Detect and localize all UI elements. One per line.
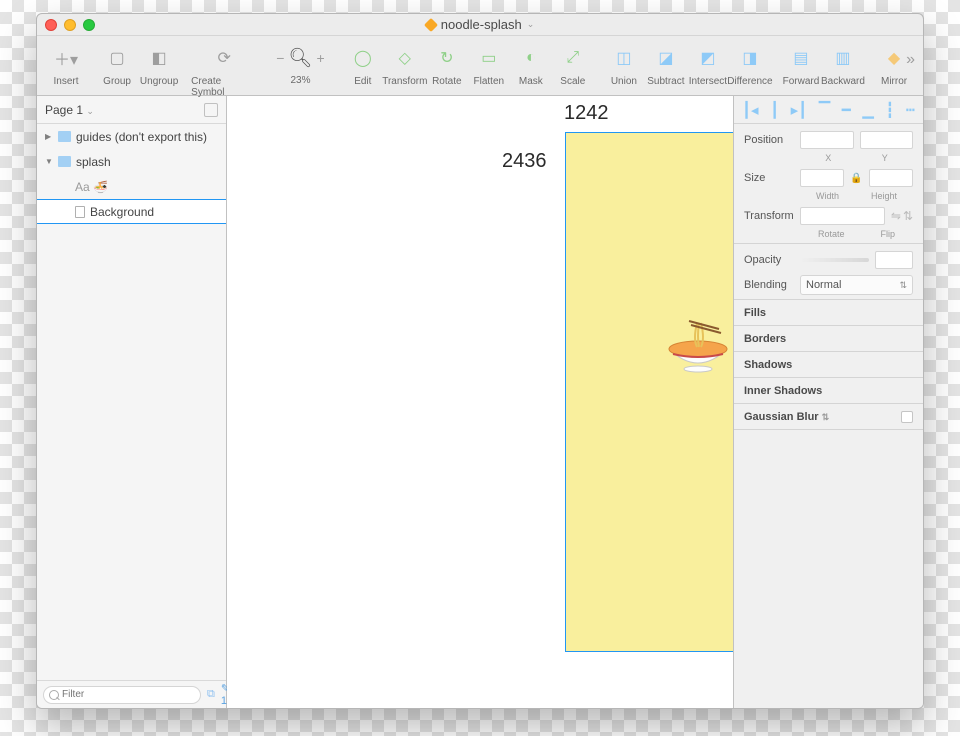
- updown-icon: ⇅: [822, 412, 830, 422]
- zoom-out-button[interactable]: −: [276, 50, 284, 66]
- pages-panel-toggle[interactable]: [204, 103, 218, 117]
- layer-aa[interactable]: Aa 🍜: [37, 174, 226, 199]
- sketch-file-icon: [424, 17, 438, 31]
- window-title: noodle-splash: [441, 17, 522, 32]
- inner-shadows-section[interactable]: Inner Shadows: [734, 378, 923, 404]
- align-center-h-icon[interactable]: ┃: [770, 101, 779, 119]
- layer-splash[interactable]: ▼ splash: [37, 149, 226, 174]
- page-selector[interactable]: Page 1 ⌄: [37, 96, 226, 124]
- toolbar-overflow-button[interactable]: »: [906, 51, 915, 69]
- flip-vertical-icon[interactable]: ⇅: [903, 209, 913, 223]
- blending-label: Blending: [744, 279, 794, 291]
- align-bottom-icon[interactable]: ▁: [862, 101, 874, 119]
- ungroup-button[interactable]: ◧ Ungroup: [138, 41, 180, 87]
- blending-select[interactable]: Normal ⇅: [800, 275, 913, 295]
- noodle-bowl-icon: [663, 319, 733, 383]
- layer-filter-input[interactable]: [43, 686, 201, 704]
- scale-button[interactable]: ⤢ Scale: [552, 41, 594, 87]
- folder-icon: [58, 131, 71, 142]
- backward-button[interactable]: ▥ Backward: [822, 41, 864, 87]
- align-middle-icon[interactable]: ━: [842, 101, 851, 119]
- height-input[interactable]: [869, 169, 913, 187]
- artboard-splash[interactable]: [565, 132, 733, 652]
- zoom-window-button[interactable]: [83, 19, 95, 31]
- position-y-input[interactable]: [860, 131, 914, 149]
- titlebar: noodle-splash ⌄: [37, 14, 923, 36]
- disclosure-icon[interactable]: ▶: [45, 132, 53, 141]
- intersect-button[interactable]: ◩ Intersect: [687, 41, 729, 87]
- fills-section[interactable]: Fills: [734, 300, 923, 326]
- magnifier-icon: 🔍︎: [288, 46, 312, 70]
- size-label: Size: [744, 172, 794, 184]
- minimize-window-button[interactable]: [64, 19, 76, 31]
- layer-guides[interactable]: ▶ guides (don't export this): [37, 124, 226, 149]
- rectangle-icon: [75, 206, 85, 218]
- canvas[interactable]: 1242 2436: [227, 96, 733, 708]
- folder-icon: [58, 156, 71, 167]
- mask-button[interactable]: ◐ Mask: [510, 41, 552, 87]
- disclosure-icon[interactable]: ▼: [45, 157, 53, 166]
- union-button[interactable]: ◫ Union: [603, 41, 645, 87]
- main-body: Page 1 ⌄ ▶ guides (don't export this) ▼ …: [37, 96, 923, 708]
- insert-button[interactable]: ＋▾ Insert: [45, 41, 87, 87]
- chevron-down-icon: ⌄: [86, 106, 94, 116]
- artboard-height-ruler: 2436: [502, 150, 547, 173]
- app-window: noodle-splash ⌄ ＋▾ Insert ▢ Group ◧ Ungr…: [36, 13, 924, 709]
- width-input[interactable]: [800, 169, 844, 187]
- zoom-control[interactable]: − 🔍︎ +: [276, 41, 325, 75]
- group-button[interactable]: ▢ Group: [96, 41, 138, 87]
- transform-button[interactable]: ◇ Transform: [384, 41, 426, 87]
- align-top-icon[interactable]: ▔: [819, 101, 831, 119]
- gaussian-blur-section[interactable]: Gaussian Blur ⇅: [734, 404, 923, 430]
- opacity-slider[interactable]: [800, 258, 869, 262]
- traffic-lights: [45, 19, 95, 31]
- inspector-panel: ┃◂ ┃ ▸┃ ▔ ━ ▁ ┇ ┅ Position XY Size: [733, 96, 923, 708]
- flatten-button[interactable]: ▭ Flatten: [468, 41, 510, 87]
- blur-toggle-checkbox[interactable]: [901, 411, 913, 423]
- align-right-icon[interactable]: ▸┃: [791, 101, 808, 119]
- subtract-button[interactable]: ◪ Subtract: [645, 41, 687, 87]
- borders-section[interactable]: Borders: [734, 326, 923, 352]
- layer-background-selected[interactable]: Background: [37, 199, 226, 224]
- layers-panel: Page 1 ⌄ ▶ guides (don't export this) ▼ …: [37, 96, 227, 708]
- updown-icon: ⇅: [899, 280, 907, 291]
- distribute-v-icon[interactable]: ┅: [906, 101, 915, 119]
- align-left-icon[interactable]: ┃◂: [742, 101, 759, 119]
- duplicate-icon[interactable]: ⧉: [207, 688, 215, 701]
- rotate-input[interactable]: [800, 207, 885, 225]
- lock-aspect-icon[interactable]: 🔒: [850, 173, 862, 184]
- difference-button[interactable]: ◨ Difference: [729, 41, 771, 87]
- chevron-down-icon[interactable]: ⌄: [527, 19, 535, 30]
- opacity-input[interactable]: [875, 251, 913, 269]
- position-x-input[interactable]: [800, 131, 854, 149]
- zoom-in-button[interactable]: +: [317, 50, 325, 66]
- alignment-controls: ┃◂ ┃ ▸┃ ▔ ━ ▁ ┇ ┅: [734, 96, 923, 124]
- transform-label: Transform: [744, 210, 794, 222]
- layers-footer: ⧉ ✎ 1: [37, 680, 226, 708]
- zoom-level: 23%: [290, 75, 310, 86]
- opacity-label: Opacity: [744, 254, 794, 266]
- forward-button[interactable]: ▤ Forward: [780, 41, 822, 87]
- close-window-button[interactable]: [45, 19, 57, 31]
- create-symbol-button[interactable]: ⟳ Create Symbol: [189, 41, 259, 98]
- rotate-button[interactable]: ↻ Rotate: [426, 41, 468, 87]
- artboard-width-ruler: 1242: [564, 102, 609, 125]
- edit-button[interactable]: ◯ Edit: [342, 41, 384, 87]
- toolbar: ＋▾ Insert ▢ Group ◧ Ungroup ⟳ Create Sym…: [37, 36, 923, 96]
- flip-horizontal-icon[interactable]: ⇋: [891, 209, 901, 223]
- shadows-section[interactable]: Shadows: [734, 352, 923, 378]
- position-label: Position: [744, 134, 794, 146]
- distribute-h-icon[interactable]: ┇: [885, 101, 894, 119]
